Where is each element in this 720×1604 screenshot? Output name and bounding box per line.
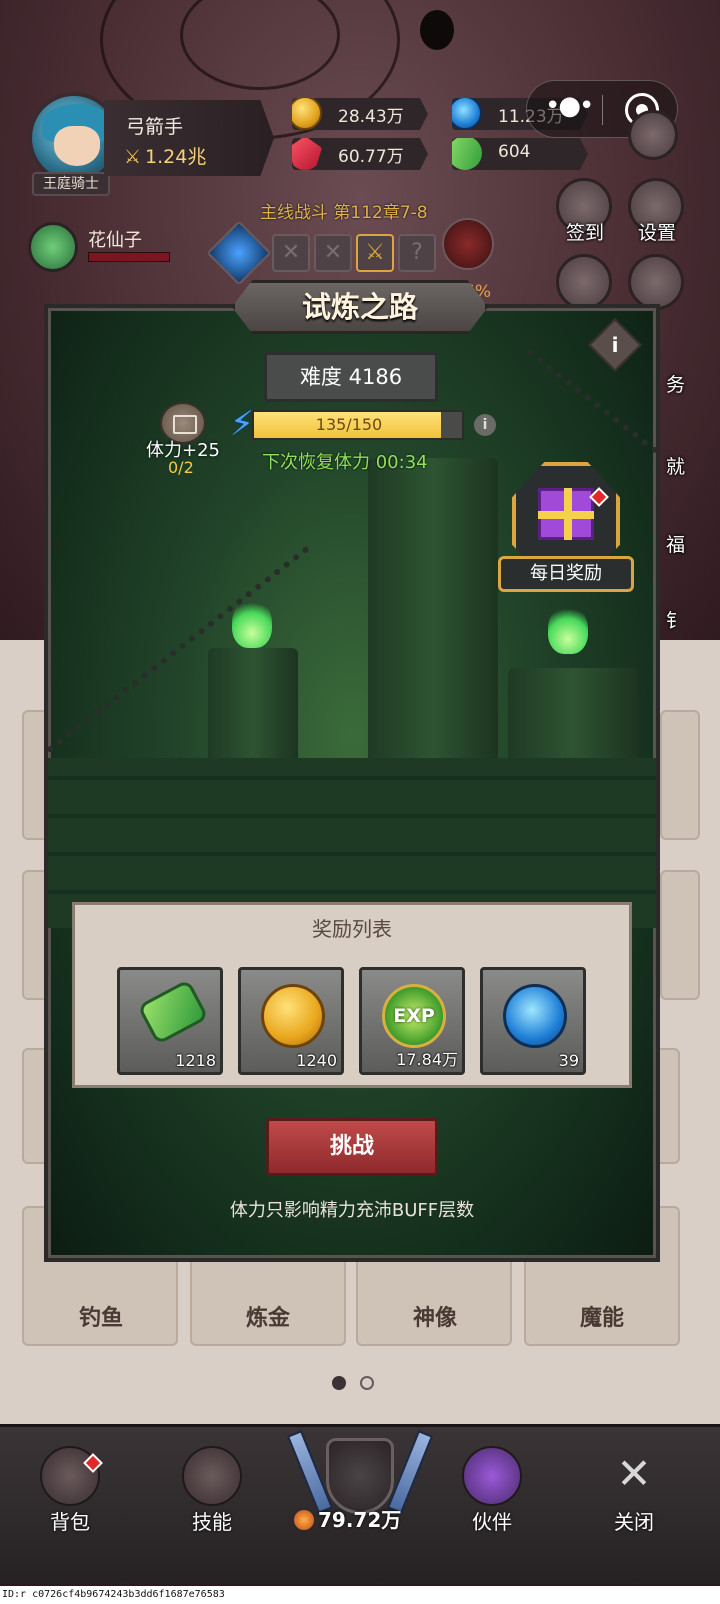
gold-coin-icon (261, 984, 325, 1048)
more-label: 钅 (666, 610, 686, 632)
nav-bag[interactable]: 背包 (20, 1440, 120, 1540)
reward-item[interactable]: EXP 17.84万 (359, 967, 465, 1075)
green-flame-icon (548, 604, 588, 654)
activity-statue[interactable]: 神像 (360, 1300, 510, 1332)
recover-timer: 下次恢复体力 00:34 (262, 452, 428, 473)
cash-icon (137, 978, 209, 1046)
gold-coin-icon (292, 98, 322, 130)
unknown-stage-icon: ? (398, 234, 436, 272)
difficulty-label: 难度 4186 (264, 352, 438, 402)
total-power: 79.72万 (294, 1504, 434, 1533)
nav-skills[interactable]: 技能 (162, 1440, 262, 1540)
activity-alchemy[interactable]: 炼金 (193, 1300, 343, 1332)
companion-hp-bar (88, 252, 170, 262)
more-icon[interactable]: •●• (545, 91, 594, 121)
daily-reward-button[interactable]: 每日奖励 (498, 462, 634, 598)
rank-badge: 王庭骑士 (32, 172, 110, 196)
wheel-button[interactable] (556, 254, 612, 310)
current-stage-icon: ⚔ (356, 234, 394, 272)
power-orb-icon (294, 1510, 314, 1530)
stamina-text: 135/150 (315, 415, 383, 434)
task-label: 务 (666, 374, 686, 396)
mail-button[interactable] (628, 254, 684, 310)
cash-resource[interactable]: 604 (452, 138, 588, 170)
page-dot-active[interactable] (332, 1376, 346, 1390)
reward-item[interactable]: 1240 (238, 967, 344, 1075)
stamina-ad-count: 0/2 (168, 458, 194, 477)
nav-partner[interactable]: 伙伴 (442, 1440, 542, 1540)
reward-item[interactable]: 39 (480, 967, 586, 1075)
crossed-tools-icon: ✕ (616, 1449, 652, 1498)
gold-resource[interactable]: 28.43万 (292, 98, 428, 130)
stage-label: 主线战斗 第112章7-8 (260, 203, 428, 223)
reward-list-header: 奖励列表 (312, 917, 392, 941)
cleared-stage-icon: ✕ (314, 234, 352, 272)
stage-progress: ✕ ✕ ⚔ ? (206, 218, 496, 286)
shield-icon (326, 1438, 394, 1514)
signin-label: 签到 (566, 222, 605, 244)
green-flame-icon (232, 598, 272, 648)
gift-icon (538, 488, 594, 540)
modal-title: 试炼之路 (232, 280, 488, 334)
scroll-icon (182, 1446, 242, 1506)
challenge-button[interactable]: 挑战 (266, 1118, 438, 1176)
portal-icon (206, 220, 272, 286)
player-name: 弓箭手 (126, 116, 184, 138)
exp-icon: EXP (382, 984, 446, 1048)
boss-icon (442, 218, 494, 270)
settings-label: 设置 (638, 222, 677, 244)
lightning-icon: ⚡ (230, 404, 254, 444)
welfare-label: 福 (666, 534, 686, 556)
activity-magic[interactable]: 魔能 (527, 1300, 677, 1332)
stamina-info-icon[interactable]: i (474, 414, 496, 436)
cleared-stage-icon: ✕ (272, 234, 310, 272)
check-icon[interactable] (628, 110, 678, 160)
page-dot[interactable] (360, 1376, 374, 1390)
achievement-label: 就 (666, 456, 686, 478)
companion-name: 花仙子 (88, 230, 142, 251)
nav-close[interactable]: ✕ 关闭 (584, 1440, 684, 1540)
reward-item[interactable]: 1218 (117, 967, 223, 1075)
info-icon: i (611, 333, 619, 357)
crossed-swords-icon: ⚔ (124, 146, 142, 168)
spider-icon (420, 10, 454, 50)
ruby-resource[interactable]: 60.77万 (292, 138, 428, 170)
stamina-bar: 135/150 (252, 410, 464, 440)
reward-list-panel: 奖励列表 1218 1240 EXP 17.84万 39 (72, 902, 632, 1088)
blue-flame-gem-icon (503, 984, 567, 1048)
daily-reward-label: 每日奖励 (498, 556, 634, 592)
blue-gem-icon (452, 98, 482, 130)
activity-fishing[interactable]: 钓鱼 (26, 1300, 176, 1332)
companion-avatar[interactable] (28, 222, 78, 272)
footer-id: ID:r c0726cf4b9674243b3dd6f1687e76583 (0, 1586, 720, 1604)
wings-icon (462, 1446, 522, 1506)
player-power: ⚔ 1.24兆 (124, 146, 207, 168)
stamina-note: 体力只影响精力充沛BUFF层数 (229, 1200, 475, 1221)
ruby-icon (292, 138, 322, 170)
